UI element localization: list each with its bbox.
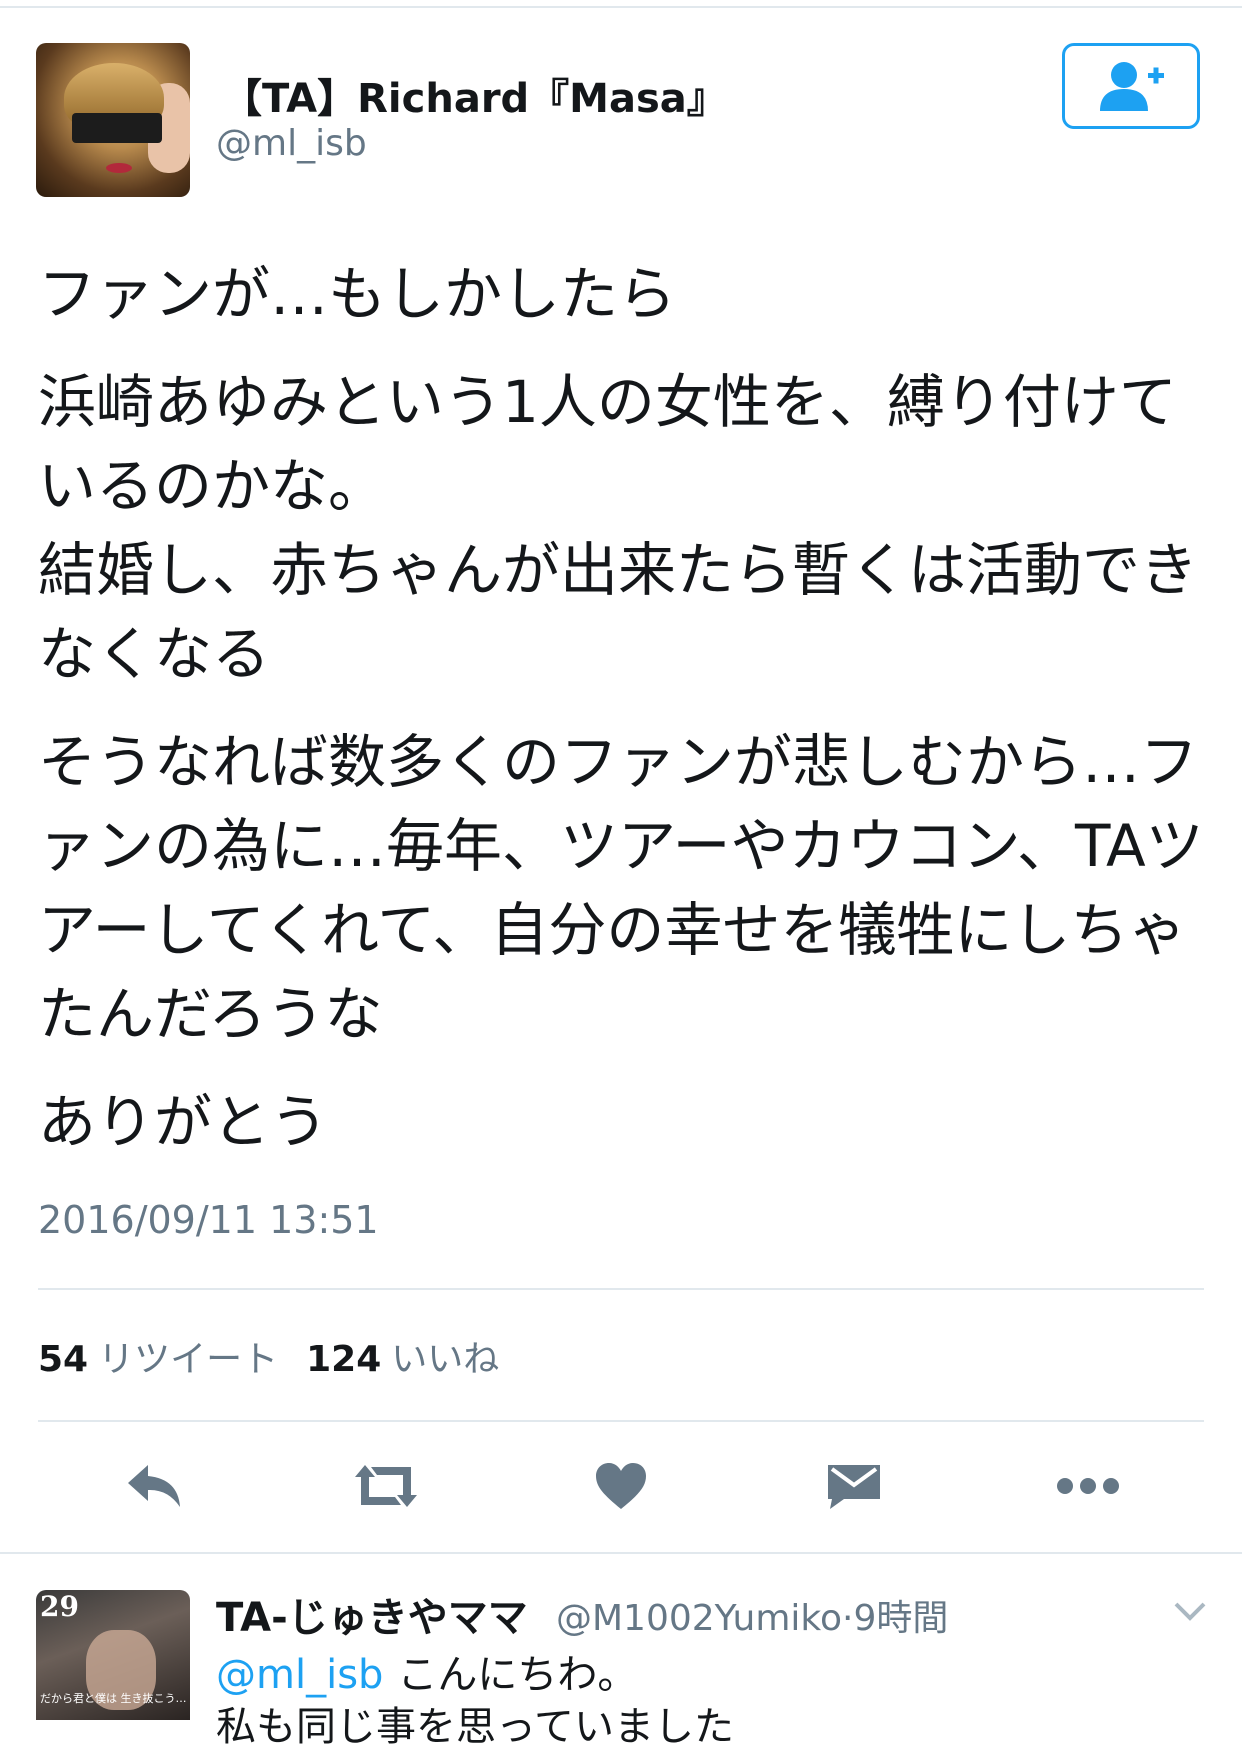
more-button[interactable]: [1052, 1450, 1124, 1522]
avatar-caption: だから君と僕は 生き抜こう…: [40, 1692, 187, 1705]
reply-body: こんにちわ。: [397, 1652, 638, 1698]
follow-button[interactable]: [1062, 43, 1200, 129]
author-avatar[interactable]: [36, 43, 190, 197]
reply-time: 9時間: [853, 1598, 949, 1639]
tweet-timestamp: 2016/09/11 13:51: [38, 1198, 379, 1242]
top-divider: [0, 6, 1242, 8]
tweet-paragraph: 浜崎あゆみという1人の女性を、縛り付けているのかな。 結婚し、赤ちゃんが出来たら…: [38, 368, 1199, 688]
envelope-icon: [828, 1465, 880, 1509]
like-count-label[interactable]: いいね: [391, 1339, 499, 1380]
tweet-paragraph: ありがとう: [38, 1088, 329, 1156]
tweet-paragraph: そうなれば数多くのファンが悲しむから…ファンの為に…毎年、ツアーやカウコン、TA…: [38, 728, 1204, 1048]
reply-author-avatar[interactable]: 29 だから君と僕は 生き抜こう…: [36, 1590, 190, 1720]
add-user-icon: [1100, 62, 1164, 111]
reply-meta: @M1002Yumiko·9時間: [556, 1589, 948, 1641]
retweet-count[interactable]: 54: [38, 1339, 88, 1380]
like-button[interactable]: [585, 1450, 657, 1522]
tweet-text: ファンが…もしかしたら 浜崎あゆみという1人の女性を、縛り付けているのかな。 結…: [38, 252, 1208, 1188]
divider: [0, 1552, 1242, 1554]
tweet-action-bar: [0, 1450, 1242, 1522]
retweet-button[interactable]: [350, 1450, 422, 1522]
heart-icon: [596, 1463, 646, 1509]
tweet-stats: 54 リツイート 124 いいね: [38, 1330, 527, 1382]
retweet-count-label[interactable]: リツイート: [98, 1339, 278, 1380]
like-count[interactable]: 124: [306, 1339, 381, 1380]
avatar-number: 29: [40, 1590, 79, 1623]
chevron-down-icon[interactable]: [1172, 1596, 1208, 1626]
divider: [38, 1420, 1204, 1422]
reply-button[interactable]: [118, 1450, 190, 1522]
reply-text-line2: 私も同じ事を思っていました: [216, 1704, 734, 1750]
divider: [38, 1288, 1204, 1290]
reply-icon: [128, 1465, 180, 1507]
reply-author-name[interactable]: TA-じゅきやママ: [216, 1585, 528, 1643]
author-display-name[interactable]: 【TA】Richard『Masa』: [222, 66, 727, 124]
direct-message-button[interactable]: [818, 1450, 890, 1522]
reply-mention-link[interactable]: @ml_isb: [216, 1652, 383, 1698]
retweet-icon: [355, 1465, 417, 1507]
author-handle[interactable]: @ml_isb: [216, 123, 367, 164]
meta-separator: ·: [842, 1598, 854, 1639]
tweet-paragraph: ファンが…もしかしたら: [38, 260, 677, 328]
reply-author-handle[interactable]: @M1002Yumiko: [556, 1598, 842, 1639]
more-icon: [1057, 1478, 1119, 1494]
reply-text: @ml_isb こんにちわ。: [216, 1642, 637, 1700]
